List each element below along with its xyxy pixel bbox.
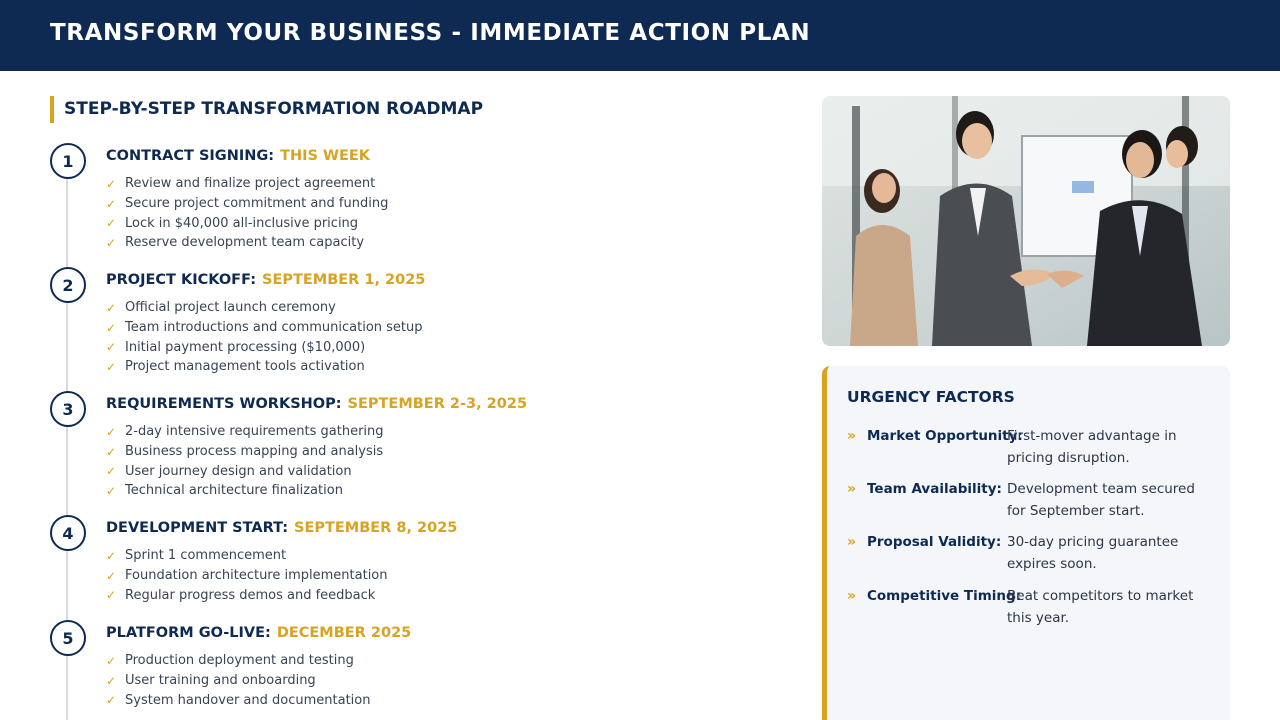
check-icon: ✓ (106, 568, 117, 583)
checklist-item-text: System handover and documentation (125, 692, 371, 708)
checklist-item-text: Project management tools activation (125, 359, 365, 375)
check-icon: ✓ (106, 196, 117, 211)
handshake-illustration (822, 96, 1230, 346)
checklist-item-text: User training and onboarding (125, 673, 316, 689)
checklist-item-text: Official project launch ceremony (125, 300, 336, 316)
step-number-badge: 1 (50, 143, 86, 179)
check-icon: ✓ (106, 176, 117, 191)
checklist-item: ✓ Sprint 1 commencement (106, 546, 388, 566)
checklist-item-text: Reserve development team capacity (125, 235, 365, 251)
checklist-item: ✓ User journey design and validation (106, 461, 384, 481)
check-icon: ✓ (106, 359, 117, 374)
checklist-item: ✓ Technical architecture finalization (106, 481, 384, 501)
check-icon: ✓ (106, 693, 117, 708)
step-heading: PLATFORM GO-LIVE: DECEMBER 2025 (106, 625, 411, 641)
check-icon: ✓ (106, 673, 117, 688)
check-icon: ✓ (106, 483, 117, 498)
step-label: DEVELOPMENT START: (106, 520, 288, 536)
factor-label: Competitive Timing: (867, 588, 1022, 604)
checklist-item-text: Sprint 1 commencement (125, 548, 287, 564)
checklist-item: ✓ Project management tools activation (106, 357, 423, 377)
page-title: TRANSFORM YOUR BUSINESS - IMMEDIATE ACTI… (50, 20, 811, 46)
checklist-item-text: 2-day intensive requirements gathering (125, 424, 384, 440)
checklist-item: ✓ User training and onboarding (106, 671, 370, 691)
factor-label: Proposal Validity: (867, 534, 1002, 550)
checklist-item: ✓ Business process mapping and analysis (106, 442, 384, 462)
check-icon: ✓ (106, 653, 117, 668)
step-date: SEPTEMBER 1, 2025 (262, 272, 426, 288)
check-icon: ✓ (106, 235, 117, 250)
urgency-title: URGENCY FACTORS (847, 388, 1015, 406)
double-chevron-icon: » (847, 428, 857, 444)
checklist-item: ✓ Secure project commitment and funding (106, 194, 388, 214)
check-icon: ✓ (106, 424, 117, 439)
step-label: PROJECT KICKOFF: (106, 272, 256, 288)
checklist-item-text: Regular progress demos and feedback (125, 587, 376, 603)
check-icon: ✓ (106, 216, 117, 231)
check-icon: ✓ (106, 548, 117, 563)
checklist-item: ✓ System handover and documentation (106, 690, 370, 710)
step-heading: DEVELOPMENT START: SEPTEMBER 8, 2025 (106, 520, 457, 536)
factor-label: Team Availability: (867, 481, 1002, 497)
step-heading: REQUIREMENTS WORKSHOP: SEPTEMBER 2-3, 202… (106, 396, 527, 412)
step-heading: PROJECT KICKOFF: SEPTEMBER 1, 2025 (106, 272, 425, 288)
checklist-item-text: Production deployment and testing (125, 653, 354, 669)
business-handshake-photo (822, 96, 1230, 346)
step-heading: CONTRACT SIGNING: THIS WEEK (106, 148, 370, 164)
step-label: PLATFORM GO-LIVE: (106, 625, 271, 641)
double-chevron-icon: » (847, 534, 857, 550)
checklist-item: ✓ Foundation architecture implementation (106, 566, 388, 586)
factor-text: Beat competitors to market this year. (1007, 588, 1194, 626)
page-header: TRANSFORM YOUR BUSINESS - IMMEDIATE ACTI… (0, 0, 1280, 71)
step-checklist: ✓ Production deployment and testing ✓ User… (106, 651, 370, 710)
check-icon: ✓ (106, 300, 117, 315)
step-checklist: ✓ Review and finalize project agreement ✓… (106, 174, 388, 253)
step-date: SEPTEMBER 8, 2025 (294, 520, 458, 536)
double-chevron-icon: » (847, 481, 857, 497)
step-date: SEPTEMBER 2-3, 2025 (347, 396, 528, 412)
checklist-item-text: Business process mapping and analysis (125, 444, 384, 460)
checklist-item: ✓ Lock in $40,000 all-inclusive pricing (106, 213, 388, 233)
checklist-item: ✓ 2-day intensive requirements gathering (106, 422, 384, 442)
step-number-badge: 2 (50, 267, 86, 303)
checklist-item: ✓ Regular progress demos and feedback (106, 585, 388, 605)
roadmap-title: STEP-BY-STEP TRANSFORMATION ROADMAP (50, 96, 483, 123)
checklist-item: ✓ Team introductions and communication se… (106, 318, 423, 338)
step-checklist: ✓ 2-day intensive requirements gathering … (106, 422, 384, 501)
checklist-item: ✓ Production deployment and testing (106, 651, 370, 671)
factor-text: First-mover advantage in pricing disrupt… (1007, 428, 1177, 466)
check-icon: ✓ (106, 588, 117, 603)
checklist-item-text: Lock in $40,000 all-inclusive pricing (125, 215, 359, 231)
step-checklist: ✓ Official project launch ceremony ✓ Team … (106, 298, 423, 377)
step-number-badge: 5 (50, 620, 86, 656)
factor-text: 30-day pricing guarantee expires soon. (1007, 534, 1179, 572)
checklist-item: ✓ Review and finalize project agreement (106, 174, 388, 194)
checklist-item-text: Team introductions and communication set… (125, 320, 423, 336)
step-label: REQUIREMENTS WORKSHOP: (106, 396, 342, 412)
step-date: THIS WEEK (280, 148, 371, 164)
checklist-item: ✓ Initial payment processing ($10,000) (106, 337, 423, 357)
step-date: DECEMBER 2025 (276, 625, 412, 641)
checklist-item-text: Initial payment processing ($10,000) (125, 339, 366, 355)
checklist-item-text: User journey design and validation (125, 463, 352, 479)
step-checklist: ✓ Sprint 1 commencement ✓ Foundation archi… (106, 546, 388, 605)
check-icon: ✓ (106, 340, 117, 355)
step-number-badge: 3 (50, 391, 86, 427)
checklist-item-text: Review and finalize project agreement (125, 176, 376, 192)
check-icon: ✓ (106, 320, 117, 335)
factor-label: Market Opportunity: (867, 428, 1023, 444)
checklist-item-text: Foundation architecture implementation (125, 568, 388, 584)
checklist-item-text: Secure project commitment and funding (125, 196, 389, 212)
checklist-item: ✓ Official project launch ceremony (106, 298, 423, 318)
checklist-item-text: Technical architecture finalization (125, 483, 343, 499)
check-icon: ✓ (106, 444, 117, 459)
check-icon: ✓ (106, 464, 117, 479)
factor-text: Development team secured for September s… (1007, 481, 1195, 519)
double-chevron-icon: » (847, 588, 857, 604)
checklist-item: ✓ Reserve development team capacity (106, 233, 388, 253)
urgency-factors-panel: URGENCY FACTORS » Market Opportunity: Fi… (822, 366, 1230, 720)
step-number-badge: 4 (50, 515, 86, 551)
step-label: CONTRACT SIGNING: (106, 148, 275, 164)
